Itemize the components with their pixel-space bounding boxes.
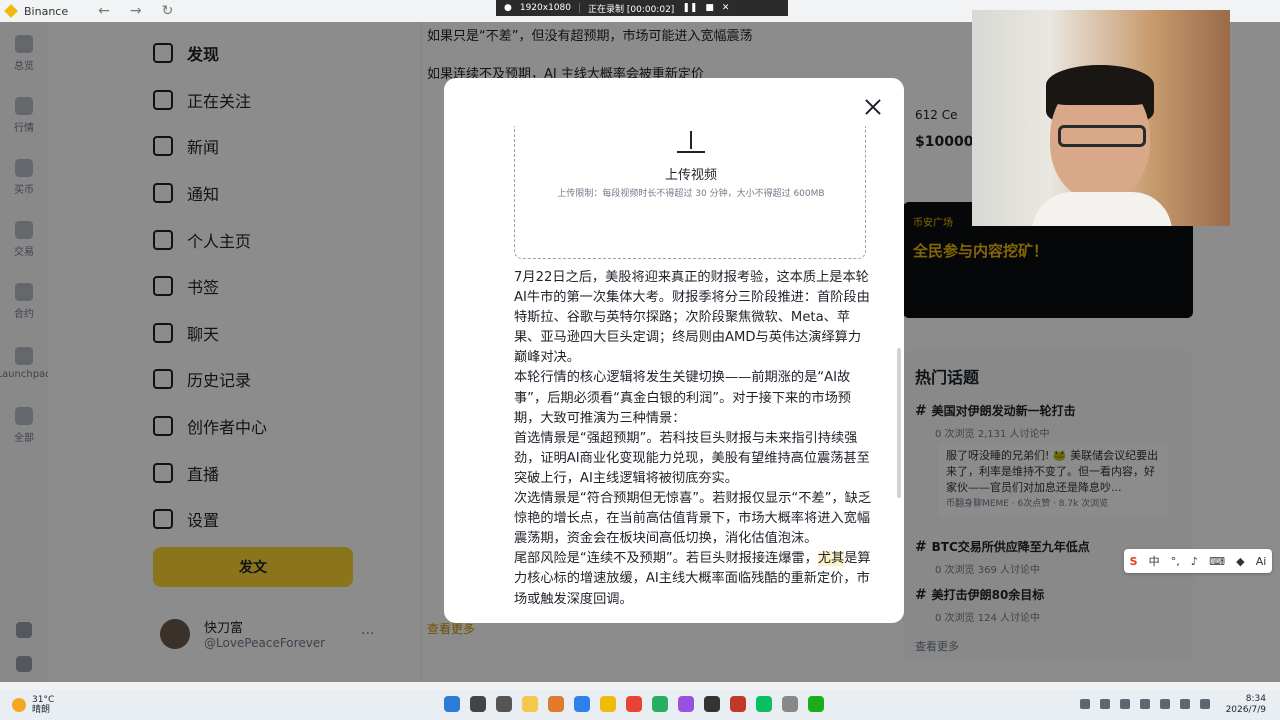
app-icon[interactable] bbox=[678, 696, 694, 712]
app-icon[interactable] bbox=[704, 696, 720, 712]
close-icon[interactable] bbox=[864, 98, 882, 116]
glasses bbox=[1058, 125, 1146, 147]
mic-tray-icon[interactable] bbox=[1100, 699, 1110, 709]
windows-taskbar: 31°C 晴朗 8:34 2026/7/9 bbox=[0, 690, 1280, 720]
video-upload-dropzone[interactable]: 上传视频 上传限制：每段视频时长不得超过 30 分钟，大小不得超过 600MB bbox=[514, 126, 866, 259]
weather-widget[interactable]: 31°C 晴朗 bbox=[12, 695, 54, 715]
article-paragraph: 7月22日之后，美股将迎来真正的财报考验，这本质上是本轮AI牛市的第一次集体大考… bbox=[514, 270, 870, 366]
ai-icon[interactable]: Ai bbox=[1256, 555, 1267, 568]
battery-icon[interactable] bbox=[1200, 699, 1210, 709]
recorder-status: 正在录制 [00:00:02] bbox=[588, 4, 675, 15]
weather-text: 晴朗 bbox=[32, 705, 51, 715]
binance-app-icon[interactable] bbox=[600, 696, 616, 712]
create-post-modal: 上传视频 上传限制：每段视频时长不得超过 30 分钟，大小不得超过 600MB … bbox=[444, 78, 904, 623]
screen-recorder-bar: ● 1920x1080 正在录制 [00:00:02] ❚❚ ■ ✕ bbox=[496, 0, 788, 16]
wifi-icon[interactable] bbox=[1160, 699, 1170, 709]
close-recorder-icon[interactable]: ✕ bbox=[722, 3, 730, 13]
chevron-up-icon[interactable] bbox=[1080, 699, 1090, 709]
back-arrow-icon[interactable]: ← bbox=[98, 3, 110, 19]
clock-time: 8:34 bbox=[1245, 694, 1266, 704]
sun-icon bbox=[12, 698, 26, 712]
task-view-icon[interactable] bbox=[496, 696, 512, 712]
app-icon[interactable] bbox=[808, 696, 824, 712]
selected-text: 尤其 bbox=[817, 551, 845, 567]
input-method-toolbar: S 中 °, ♪ ⌨ ◆ Ai bbox=[1124, 549, 1272, 573]
punctuation-icon[interactable]: °, bbox=[1171, 555, 1180, 568]
wechat-icon[interactable] bbox=[756, 696, 772, 712]
binance-logo-icon bbox=[4, 4, 18, 18]
system-tray bbox=[1080, 699, 1210, 709]
app-tray-icon[interactable] bbox=[1140, 699, 1150, 709]
mic-icon[interactable]: ● bbox=[504, 3, 512, 13]
search-icon[interactable] bbox=[470, 696, 486, 712]
article-paragraph: 首选情景是“强超预期”。若科技巨头财报与未来指引持续强劲，证明AI商业化变现能力… bbox=[514, 430, 870, 486]
upload-hint: 上传限制：每段视频时长不得超过 30 分钟，大小不得超过 600MB bbox=[557, 189, 825, 199]
edge-icon[interactable] bbox=[574, 696, 590, 712]
clock-date: 2026/7/9 bbox=[1225, 705, 1266, 715]
app-icon[interactable] bbox=[652, 696, 668, 712]
voice-mic-icon[interactable]: ♪ bbox=[1191, 555, 1198, 568]
post-body-editor[interactable]: 7月22日之后，美股将迎来真正的财报考验，这本质上是本轮AI牛市的第一次集体大考… bbox=[514, 268, 874, 610]
ime-tray-icon[interactable] bbox=[1120, 699, 1130, 709]
skin-icon[interactable]: ◆ bbox=[1236, 555, 1244, 568]
ticker-bar bbox=[0, 682, 1280, 690]
article-paragraph: 本轮行情的核心逻辑将发生关键切换——前期涨的是“AI故事”，后期必须看“真金白银… bbox=[514, 370, 851, 426]
volume-icon[interactable] bbox=[1180, 699, 1190, 709]
modal-scrollbar[interactable] bbox=[897, 348, 901, 498]
browser-nav: ← → ↻ bbox=[98, 3, 173, 19]
webcam-overlay bbox=[972, 10, 1230, 226]
upload-title: 上传视频 bbox=[664, 168, 717, 183]
sogou-logo-icon[interactable]: S bbox=[1130, 555, 1138, 568]
taskbar-apps bbox=[444, 696, 824, 712]
stop-icon[interactable]: ■ bbox=[705, 3, 714, 13]
forward-arrow-icon[interactable]: → bbox=[130, 3, 142, 19]
chrome-icon[interactable] bbox=[626, 696, 642, 712]
app-icon[interactable] bbox=[782, 696, 798, 712]
pause-icon[interactable]: ❚❚ bbox=[682, 3, 697, 13]
keyboard-icon[interactable]: ⌨ bbox=[1209, 555, 1225, 568]
article-paragraph: 尾部风险是“连续不及预期”。若巨头财报接连爆雷，尤其是算力核心标的增速放缓，AI… bbox=[514, 551, 871, 607]
ime-language[interactable]: 中 bbox=[1149, 553, 1160, 569]
temperature: 31°C bbox=[32, 695, 55, 705]
recorder-resolution: 1920x1080 bbox=[519, 3, 571, 13]
recorder-app-icon[interactable] bbox=[730, 696, 746, 712]
upload-icon bbox=[677, 131, 705, 153]
file-explorer-icon[interactable] bbox=[522, 696, 538, 712]
browser-tab-title: Binance bbox=[24, 4, 69, 18]
clock[interactable]: 8:34 2026/7/9 bbox=[1226, 694, 1266, 716]
reload-icon[interactable]: ↻ bbox=[162, 3, 174, 19]
start-icon[interactable] bbox=[444, 696, 460, 712]
app-icon[interactable] bbox=[548, 696, 564, 712]
article-paragraph: 次选情景是“符合预期但无惊喜”。若财报仅显示“不差”，缺乏惊艳的增长点，在当前高… bbox=[514, 491, 872, 547]
